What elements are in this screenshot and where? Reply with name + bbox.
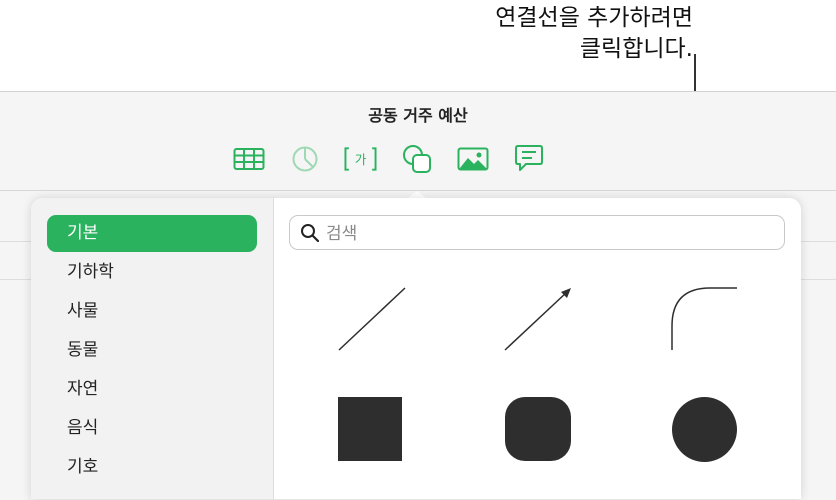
text-box-button[interactable]: 가 xyxy=(344,144,377,174)
document-title: 공동 거주 예산 xyxy=(368,106,468,125)
category-list: 기본 기하학 사물 동물 자연 음식 기호 xyxy=(31,198,274,499)
search-icon xyxy=(301,224,320,243)
shapes-popover: 기본 기하학 사물 동물 자연 음식 기호 xyxy=(31,198,801,499)
rounded-square-shape[interactable] xyxy=(505,397,571,461)
table-icon xyxy=(233,148,264,170)
square-shape[interactable] xyxy=(338,397,402,461)
table-button[interactable] xyxy=(232,144,265,174)
shape-icon xyxy=(402,145,431,173)
search-input[interactable] xyxy=(324,216,768,251)
callout-text-line1: 연결선을 추가하려면 xyxy=(495,5,693,31)
line-shape[interactable] xyxy=(337,286,407,352)
callout: 연결선을 추가하려면 클릭합니다. xyxy=(495,3,693,65)
curved-line-shape[interactable] xyxy=(669,286,741,352)
svg-text:가: 가 xyxy=(355,152,367,167)
circle-shape[interactable] xyxy=(672,397,737,462)
category-item-nature[interactable]: 자연 xyxy=(47,371,257,408)
category-item-symbols[interactable]: 기호 xyxy=(47,449,257,486)
category-item-animals[interactable]: 동물 xyxy=(47,332,257,369)
text-box-icon: 가 xyxy=(344,147,377,171)
chart-icon xyxy=(292,146,317,172)
toolbar: 가 xyxy=(232,144,545,174)
comment-button[interactable] xyxy=(512,144,545,174)
media-icon xyxy=(457,147,488,171)
arrow-shape[interactable] xyxy=(503,286,573,352)
category-item-objects[interactable]: 사물 xyxy=(47,293,257,330)
callout-text-line2: 클릭합니다. xyxy=(579,36,693,62)
chart-button[interactable] xyxy=(288,144,321,174)
category-item-food[interactable]: 음식 xyxy=(47,410,257,447)
comment-icon xyxy=(514,145,543,171)
shape-button[interactable] xyxy=(400,144,433,174)
category-item-basic[interactable]: 기본 xyxy=(47,215,257,252)
search-field[interactable] xyxy=(289,215,785,251)
category-item-geometry[interactable]: 기하학 xyxy=(47,254,257,291)
media-button[interactable] xyxy=(456,144,489,174)
